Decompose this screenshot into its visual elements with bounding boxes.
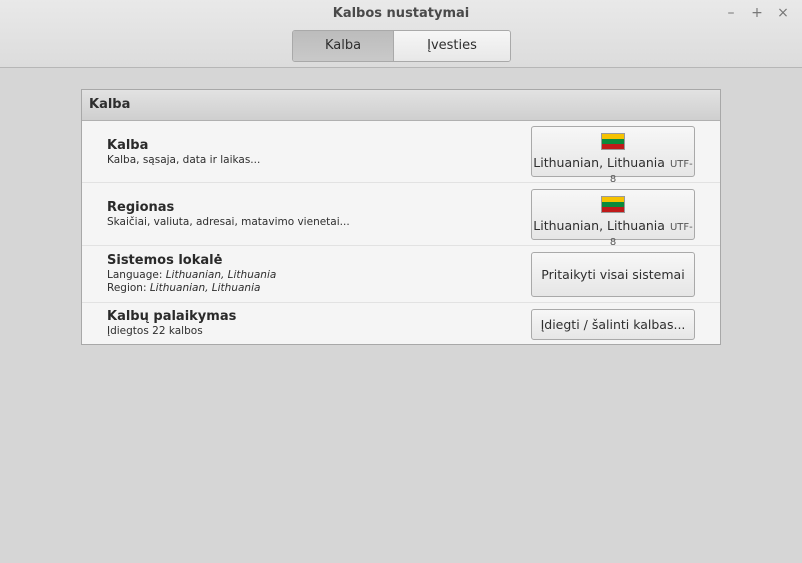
row-subtitle: Kalba, sąsaja, data ir laikas... [107, 154, 261, 166]
language-select-button[interactable]: Lithuanian, Lithuania UTF-8 [531, 126, 695, 185]
apply-system-wide-button[interactable]: Pritaikyti visai sistemai [531, 252, 695, 297]
region-label: Region: [107, 282, 147, 294]
language-button-label: Lithuanian, Lithuania [533, 155, 665, 170]
lithuania-flag-icon [601, 196, 625, 213]
locale-region-line: Region: Lithuanian, Lithuania [107, 282, 276, 294]
row-title: Kalba [107, 138, 149, 153]
language-panel: Kalba Kalba Kalba, sąsaja, data ir laika… [81, 89, 721, 345]
minimize-button[interactable]: – [722, 4, 740, 22]
row-title: Regionas [107, 200, 175, 215]
window-controls: – + × [722, 4, 792, 22]
row-subtitle: Skaičiai, valiuta, adresai, matavimo vie… [107, 216, 350, 228]
language-button-label-line: Lithuanian, Lithuania UTF-8 [532, 155, 694, 185]
system-locale-row: Sistemos lokalė Language: Lithuanian, Li… [82, 246, 720, 303]
region-select-button[interactable]: Lithuanian, Lithuania UTF-8 [531, 189, 695, 248]
language-row-text: Kalba Kalba, sąsaja, data ir laikas... [107, 138, 260, 166]
title-bar: Kalbos nustatymai – + × Kalba Įvesties m… [0, 0, 802, 68]
language-label: Language: [107, 269, 163, 281]
language-support-row-text: Kalbų palaikymas Įdiegtos 22 kalbos [107, 309, 236, 337]
panel-header: Kalba [82, 90, 720, 121]
language-row: Kalba Kalba, sąsaja, data ir laikas... L… [82, 121, 720, 185]
row-title: Kalbų palaikymas [107, 309, 237, 324]
region-value: Lithuanian, Lithuania [149, 282, 261, 294]
language-support-row: Kalbų palaikymas Įdiegtos 22 kalbos Įdie… [82, 303, 720, 345]
region-button-label-line: Lithuanian, Lithuania UTF-8 [532, 218, 694, 248]
language-settings-window: Kalbos nustatymai – + × Kalba Įvesties m… [0, 0, 802, 563]
tab-input-method[interactable]: Įvesties metodas [393, 31, 510, 61]
row-title: Sistemos lokalė [107, 253, 223, 268]
system-locale-row-text: Sistemos lokalė Language: Lithuanian, Li… [107, 253, 276, 294]
region-row: Regionas Skaičiai, valiuta, adresai, mat… [82, 183, 720, 248]
maximize-button[interactable]: + [748, 4, 766, 22]
row-subtitle: Įdiegtos 22 kalbos [107, 325, 203, 337]
install-remove-languages-button[interactable]: Įdiegti / šalinti kalbas... [531, 309, 695, 340]
region-row-text: Regionas Skaičiai, valiuta, adresai, mat… [107, 200, 350, 228]
language-value: Lithuanian, Lithuania [165, 269, 277, 281]
lithuania-flag-icon [601, 133, 625, 150]
tab-switcher: Kalba Įvesties metodas [292, 30, 511, 62]
locale-language-line: Language: Lithuanian, Lithuania [107, 269, 276, 281]
tab-kalba[interactable]: Kalba [293, 31, 393, 61]
window-title: Kalbos nustatymai [332, 6, 470, 21]
region-button-label: Lithuanian, Lithuania [533, 218, 665, 233]
close-button[interactable]: × [774, 4, 792, 22]
